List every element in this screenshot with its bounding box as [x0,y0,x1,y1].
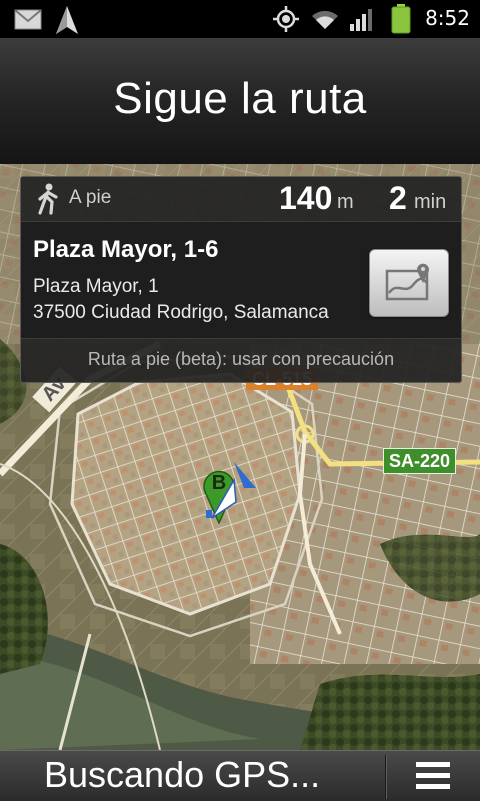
page-title: Sigue la ruta [113,74,367,123]
status-bar: 8:52 [0,0,480,38]
walking-icon [38,183,58,215]
road-badge-sa220: SA-220 [383,448,457,474]
address-line-1: Plaza Mayor, 1 [33,276,159,297]
menu-icon-bar-top [416,762,450,767]
route-summary: A pie 140 m 2 min [21,177,461,222]
clock: 8:52 [425,6,470,30]
destination-details[interactable]: Plaza Mayor, 1-6 Plaza Mayor, 1 37500 Ci… [21,222,461,338]
current-location-arrow-icon [206,462,256,519]
show-on-map-button[interactable] [369,249,449,317]
menu-icon-bar-middle [416,773,450,778]
wifi-icon [312,10,338,29]
destination-name: Plaza Mayor, 1-6 [33,236,219,263]
distance-unit: m [337,191,354,213]
gps-status-text: Buscando GPS... [44,754,321,795]
menu-button[interactable] [386,751,480,801]
bottom-bar: Buscando GPS... [0,750,480,801]
gmail-icon [14,9,42,30]
route-info-card: A pie 140 m 2 min Plaza Mayor, 1-6 Plaza… [20,176,462,383]
gps-icon [273,6,299,32]
signal-icon [350,9,372,31]
menu-icon-bar-bottom [416,784,450,789]
travel-mode: A pie [69,187,112,208]
map-pin-icon [385,263,429,301]
battery-icon [391,4,411,34]
title-bar: Sigue la ruta [0,38,480,164]
navigation-icon [56,6,78,34]
time-unit: min [414,191,447,213]
distance-value: 140 [279,180,333,216]
time-value: 2 [389,180,407,216]
walking-beta-warning: Ruta a pie (beta): usar con precaución [87,349,395,369]
address-line-2: 37500 Ciudad Rodrigo, Salamanca [33,302,329,323]
warning-footer: Ruta a pie (beta): usar con precaución [21,338,461,382]
